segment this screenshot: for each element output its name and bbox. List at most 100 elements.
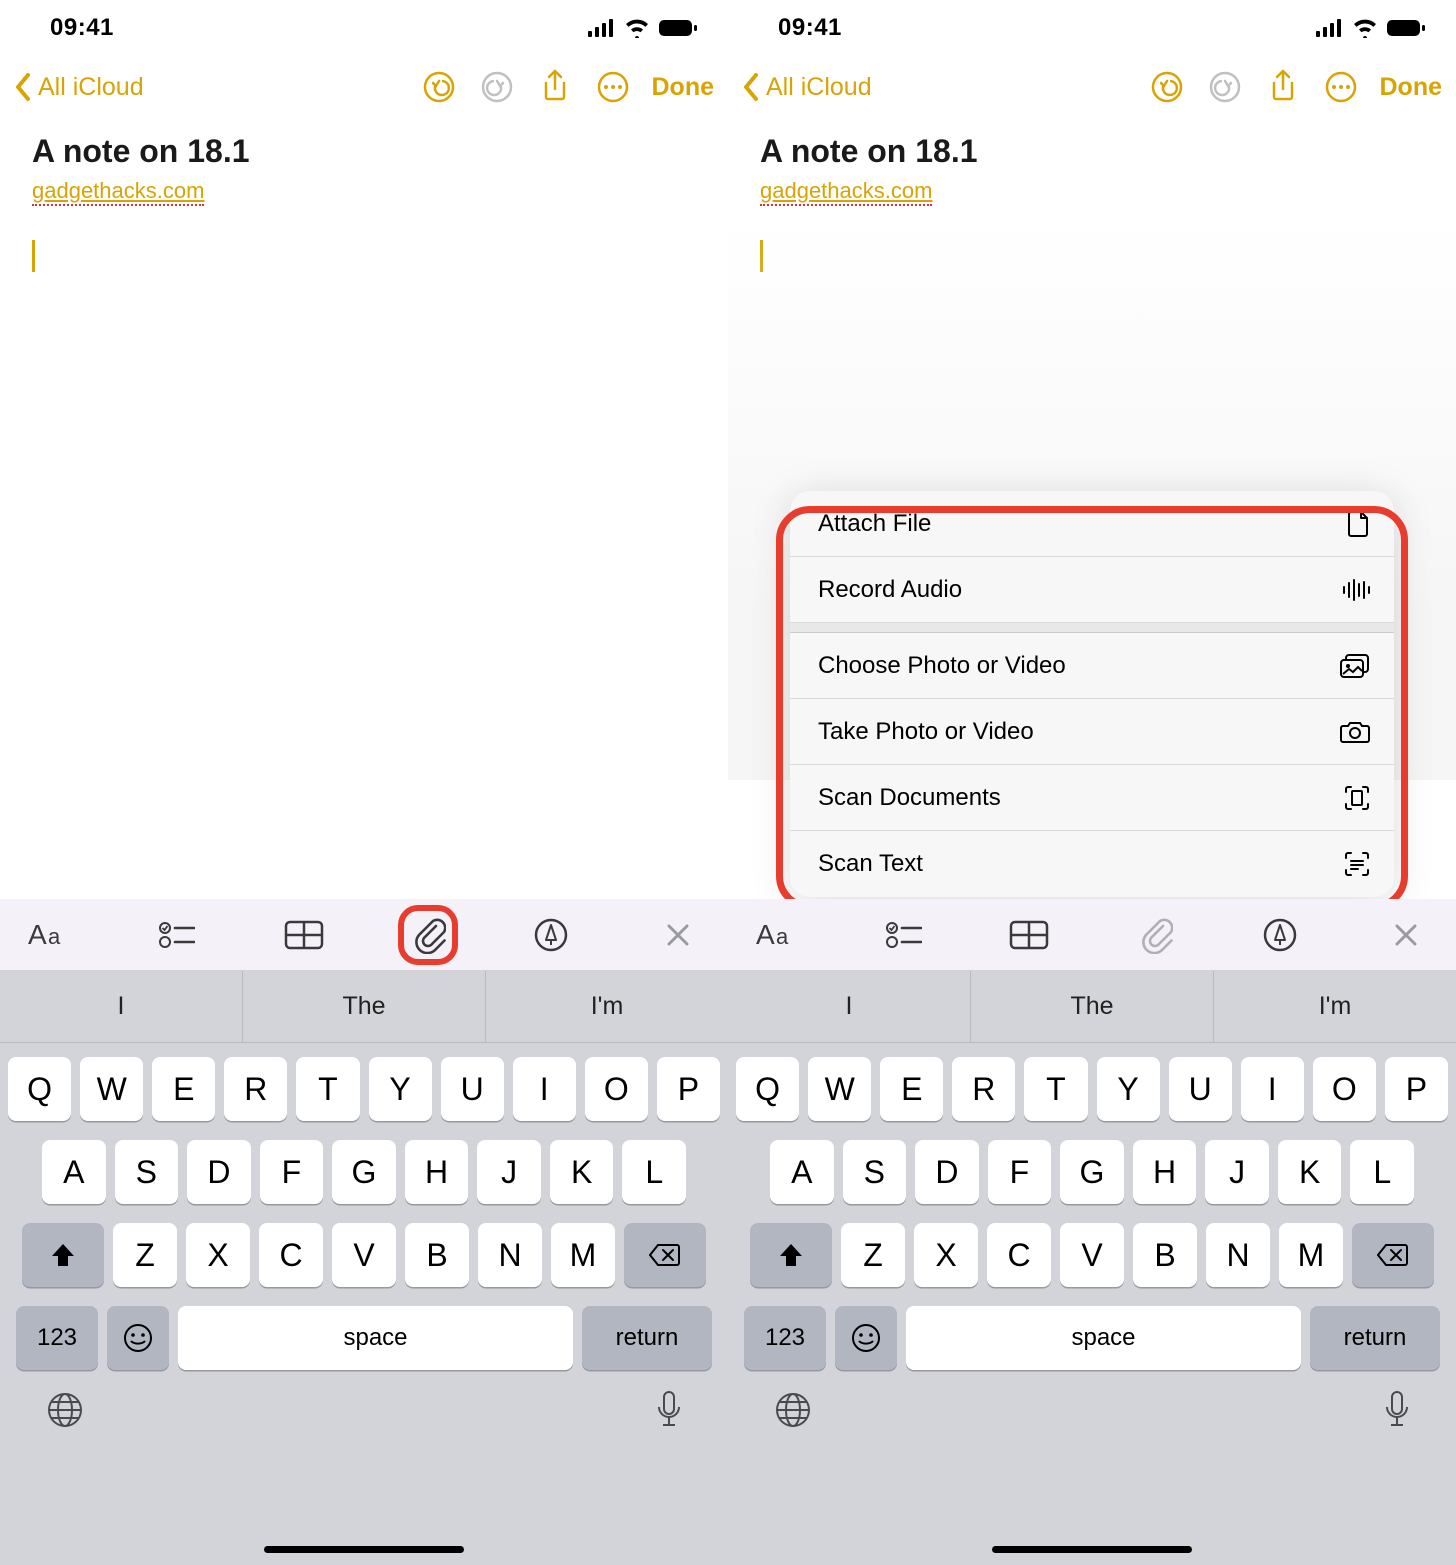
more-button[interactable]	[596, 70, 630, 104]
key[interactable]: G	[332, 1140, 396, 1204]
key[interactable]: K	[550, 1140, 614, 1204]
key[interactable]: V	[332, 1223, 396, 1287]
globe-key[interactable]	[46, 1391, 84, 1434]
key[interactable]: Y	[1097, 1057, 1160, 1121]
key[interactable]: H	[405, 1140, 469, 1204]
key[interactable]: Y	[369, 1057, 432, 1121]
key[interactable]: L	[622, 1140, 686, 1204]
key[interactable]: H	[1133, 1140, 1197, 1204]
suggestion[interactable]: The	[971, 971, 1214, 1042]
suggestion[interactable]: The	[243, 971, 486, 1042]
key[interactable]: R	[952, 1057, 1015, 1121]
key[interactable]: E	[152, 1057, 215, 1121]
space-key[interactable]: space	[178, 1306, 573, 1370]
key[interactable]: T	[296, 1057, 359, 1121]
note-content[interactable]: A note on 18.1 gadgethacks.com	[0, 119, 728, 286]
numeric-key[interactable]: 123	[744, 1306, 826, 1370]
key[interactable]: C	[987, 1223, 1051, 1287]
key[interactable]: L	[1350, 1140, 1414, 1204]
key[interactable]: V	[1060, 1223, 1124, 1287]
key[interactable]: N	[478, 1223, 542, 1287]
key[interactable]: X	[914, 1223, 978, 1287]
key[interactable]: G	[1060, 1140, 1124, 1204]
key[interactable]: P	[657, 1057, 720, 1121]
home-indicator[interactable]	[992, 1546, 1192, 1553]
done-button[interactable]: Done	[1380, 73, 1443, 102]
space-key[interactable]: space	[906, 1306, 1301, 1370]
suggestion[interactable]: I'm	[1214, 971, 1456, 1042]
format-button[interactable]: Aa	[20, 905, 80, 965]
format-button[interactable]: Aa	[748, 905, 808, 965]
key[interactable]: W	[808, 1057, 871, 1121]
key[interactable]: B	[1133, 1223, 1197, 1287]
key[interactable]: O	[585, 1057, 648, 1121]
emoji-key[interactable]	[107, 1306, 169, 1370]
key[interactable]: F	[988, 1140, 1052, 1204]
key[interactable]: C	[259, 1223, 323, 1287]
key[interactable]: A	[42, 1140, 106, 1204]
delete-key[interactable]	[1352, 1223, 1434, 1287]
key[interactable]: M	[551, 1223, 615, 1287]
undo-button[interactable]	[422, 70, 456, 104]
key[interactable]: Z	[113, 1223, 177, 1287]
back-button[interactable]: All iCloud	[12, 72, 144, 102]
share-button[interactable]	[538, 70, 572, 104]
shift-key[interactable]	[750, 1223, 832, 1287]
key[interactable]: O	[1313, 1057, 1376, 1121]
undo-button[interactable]	[1150, 70, 1184, 104]
key[interactable]: R	[224, 1057, 287, 1121]
key[interactable]: A	[770, 1140, 834, 1204]
menu-choose-photo[interactable]: Choose Photo or Video	[790, 633, 1394, 699]
markup-button[interactable]	[521, 905, 581, 965]
key[interactable]: J	[1205, 1140, 1269, 1204]
suggestion[interactable]: I	[0, 971, 243, 1042]
emoji-key[interactable]	[835, 1306, 897, 1370]
globe-key[interactable]	[774, 1391, 812, 1434]
key[interactable]: E	[880, 1057, 943, 1121]
key[interactable]: B	[405, 1223, 469, 1287]
menu-record-audio[interactable]: Record Audio	[790, 557, 1394, 623]
menu-take-photo[interactable]: Take Photo or Video	[790, 699, 1394, 765]
key[interactable]: U	[441, 1057, 504, 1121]
note-link[interactable]: gadgethacks.com	[32, 178, 204, 206]
menu-scan-documents[interactable]: Scan Documents	[790, 765, 1394, 831]
attach-button[interactable]	[398, 905, 458, 965]
key[interactable]: Q	[8, 1057, 71, 1121]
home-indicator[interactable]	[264, 1546, 464, 1553]
key[interactable]: F	[260, 1140, 324, 1204]
menu-attach-file[interactable]: Attach File	[790, 491, 1394, 557]
key[interactable]: M	[1279, 1223, 1343, 1287]
shift-key[interactable]	[22, 1223, 104, 1287]
key[interactable]: S	[115, 1140, 179, 1204]
key[interactable]: J	[477, 1140, 541, 1204]
key[interactable]: X	[186, 1223, 250, 1287]
key[interactable]: T	[1024, 1057, 1087, 1121]
checklist-button[interactable]	[874, 905, 934, 965]
key[interactable]: Q	[736, 1057, 799, 1121]
key[interactable]: K	[1278, 1140, 1342, 1204]
key[interactable]: D	[915, 1140, 979, 1204]
redo-button[interactable]	[1208, 70, 1242, 104]
dictation-key[interactable]	[656, 1390, 682, 1435]
suggestion[interactable]: I'm	[486, 971, 728, 1042]
redo-button[interactable]	[480, 70, 514, 104]
close-toolbar-button[interactable]	[648, 905, 708, 965]
table-button[interactable]	[274, 905, 334, 965]
checklist-button[interactable]	[147, 905, 207, 965]
done-button[interactable]: Done	[652, 73, 715, 102]
key[interactable]: Z	[841, 1223, 905, 1287]
back-button[interactable]: All iCloud	[740, 72, 872, 102]
markup-button[interactable]	[1250, 905, 1310, 965]
key[interactable]: S	[843, 1140, 907, 1204]
table-button[interactable]	[999, 905, 1059, 965]
suggestion[interactable]: I	[728, 971, 971, 1042]
note-link[interactable]: gadgethacks.com	[760, 178, 932, 206]
key[interactable]: D	[187, 1140, 251, 1204]
dictation-key[interactable]	[1384, 1390, 1410, 1435]
key[interactable]: U	[1169, 1057, 1232, 1121]
menu-scan-text[interactable]: Scan Text	[790, 831, 1394, 897]
key[interactable]: W	[80, 1057, 143, 1121]
key[interactable]: P	[1385, 1057, 1448, 1121]
share-button[interactable]	[1266, 70, 1300, 104]
return-key[interactable]: return	[582, 1306, 712, 1370]
